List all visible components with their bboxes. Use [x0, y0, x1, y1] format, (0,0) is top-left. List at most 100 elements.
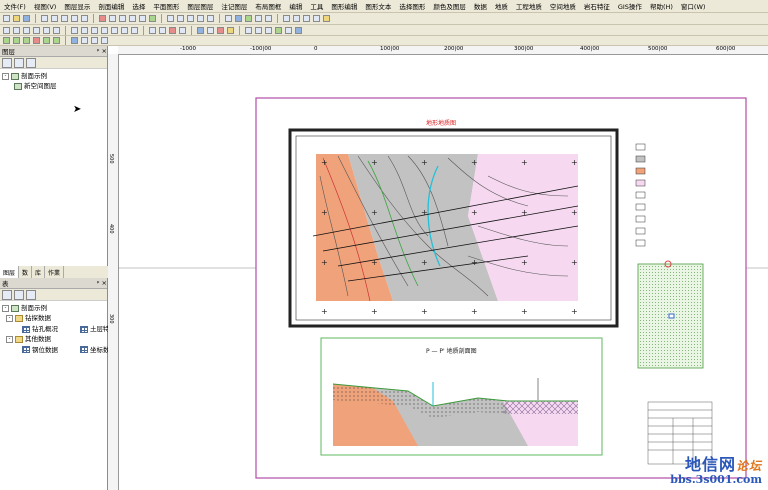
new-file-icon[interactable] [3, 15, 10, 22]
menu-item[interactable]: 图形编辑 [327, 1, 361, 11]
menu-item[interactable]: 剖面编辑 [94, 1, 128, 11]
layer-icon[interactable] [245, 15, 252, 22]
font-icon[interactable] [159, 26, 166, 34]
zoom-in-icon[interactable] [109, 15, 116, 22]
collapse-icon[interactable]: - [6, 335, 13, 343]
menu-item[interactable]: 颜色及图层 [429, 1, 470, 11]
zoom-out-icon[interactable] [119, 15, 126, 22]
layer-prop-icon[interactable] [14, 57, 24, 68]
menu-item[interactable]: 图层图层 [183, 1, 217, 11]
line-tool-icon[interactable] [167, 15, 174, 22]
paste-icon[interactable] [61, 15, 68, 22]
chart-icon[interactable] [71, 37, 78, 44]
zoom-prev-icon[interactable] [81, 26, 88, 34]
polygon-icon[interactable] [43, 26, 50, 34]
distribute-icon[interactable] [293, 15, 300, 22]
collapse-icon[interactable]: - [2, 304, 9, 312]
measure-icon[interactable] [265, 26, 272, 34]
table-icon[interactable] [235, 15, 242, 22]
undo-icon[interactable] [71, 15, 78, 22]
color-2-icon[interactable] [227, 26, 234, 34]
layer-folder-icon[interactable] [26, 57, 36, 68]
stratum-icon[interactable] [23, 37, 30, 44]
curve-tool-icon[interactable] [187, 15, 194, 22]
volume-icon[interactable] [285, 26, 292, 34]
frame-icon[interactable] [265, 15, 272, 22]
boundary-icon[interactable] [53, 37, 60, 44]
ungroup-icon[interactable] [313, 15, 320, 22]
pan-icon[interactable] [129, 15, 136, 22]
data-root[interactable]: - 剖面示例 [0, 303, 107, 313]
section-icon[interactable] [3, 37, 10, 44]
export-icon[interactable] [295, 26, 302, 34]
legend-icon[interactable] [255, 15, 262, 22]
area-icon[interactable] [275, 26, 282, 34]
zoom-all-icon[interactable] [71, 26, 78, 34]
circle-icon[interactable] [23, 26, 30, 34]
data-group[interactable]: - 钻探数据 [0, 313, 107, 323]
refresh-icon[interactable] [149, 15, 156, 22]
zoom-real-icon[interactable] [131, 26, 138, 34]
grid-icon[interactable] [225, 15, 232, 22]
mark-icon[interactable] [245, 26, 252, 34]
layer-item[interactable]: 新空间图层 [0, 81, 107, 91]
well-icon[interactable] [13, 37, 20, 44]
drawing-surface[interactable]: + + + + + + + + + + + + + + + + + + + + + + + + [108, 46, 768, 490]
menu-item[interactable]: 视图(V) [30, 1, 61, 11]
menu-item[interactable]: 选择 [128, 1, 149, 11]
panel-pin-close[interactable]: ᵖ × [97, 47, 107, 55]
zoom-next-icon[interactable] [91, 26, 98, 34]
menu-item[interactable]: 图形文本 [361, 1, 395, 11]
data-folder-icon[interactable] [26, 289, 36, 300]
zoom-window-icon[interactable] [139, 15, 146, 22]
collapse-icon[interactable]: - [6, 315, 13, 323]
zoom-page-icon[interactable] [111, 26, 118, 34]
symbol-icon[interactable] [169, 26, 176, 34]
bookmark-icon[interactable] [255, 26, 262, 34]
cut-icon[interactable] [41, 15, 48, 22]
print-icon[interactable] [91, 37, 98, 44]
report-icon[interactable] [81, 37, 88, 44]
data-group[interactable]: - 其他数据 [0, 334, 107, 344]
align-icon[interactable] [283, 15, 290, 22]
node-tool-icon[interactable] [207, 15, 214, 22]
menu-item[interactable]: 岩石特征 [580, 1, 614, 11]
data-add-icon[interactable] [2, 289, 12, 300]
tab-data[interactable]: 数 [19, 266, 33, 278]
contour-icon[interactable] [43, 37, 50, 44]
settings-icon[interactable] [101, 37, 108, 44]
menu-item[interactable]: GIS操作 [614, 1, 646, 11]
menu-item[interactable]: 工程地质 [512, 1, 546, 11]
menu-item[interactable]: 地质 [491, 1, 512, 11]
color-icon[interactable] [217, 26, 224, 34]
menu-item[interactable]: 窗口(W) [677, 1, 710, 11]
help-icon[interactable] [323, 15, 330, 22]
layer-add-icon[interactable] [2, 57, 12, 68]
text-icon[interactable] [149, 26, 156, 34]
menu-item[interactable]: 选择图形 [395, 1, 429, 11]
menu-item[interactable]: 空间地质 [546, 1, 580, 11]
tab-work[interactable]: 作業 [45, 266, 65, 278]
menu-item[interactable]: 布局图框 [251, 1, 285, 11]
menu-item[interactable]: 帮助(H) [646, 1, 677, 11]
zoom-sel-icon[interactable] [101, 26, 108, 34]
tab-library[interactable]: 库 [32, 266, 46, 278]
menu-item[interactable]: 数据 [470, 1, 491, 11]
polyline-tool-icon[interactable] [177, 15, 184, 22]
collapse-icon[interactable]: - [2, 72, 9, 80]
redo-icon[interactable] [81, 15, 88, 22]
menu-item[interactable]: 图层显示 [60, 1, 94, 11]
layer-root[interactable]: - 剖面示例 [0, 71, 107, 81]
data-table-item[interactable]: 钢位数据 [0, 345, 58, 355]
select-icon[interactable] [99, 15, 106, 22]
hatch-icon[interactable] [179, 26, 186, 34]
arc-tool-icon[interactable] [197, 15, 204, 22]
menu-item[interactable]: 注记图层 [217, 1, 251, 11]
pen-icon[interactable] [207, 26, 214, 34]
fault-icon[interactable] [33, 37, 40, 44]
star-icon[interactable] [53, 26, 60, 34]
open-icon[interactable] [13, 15, 20, 22]
menu-item[interactable]: 文件(F) [0, 1, 30, 11]
rectangle-icon[interactable] [3, 26, 10, 34]
menu-item[interactable]: 工具 [306, 1, 327, 11]
